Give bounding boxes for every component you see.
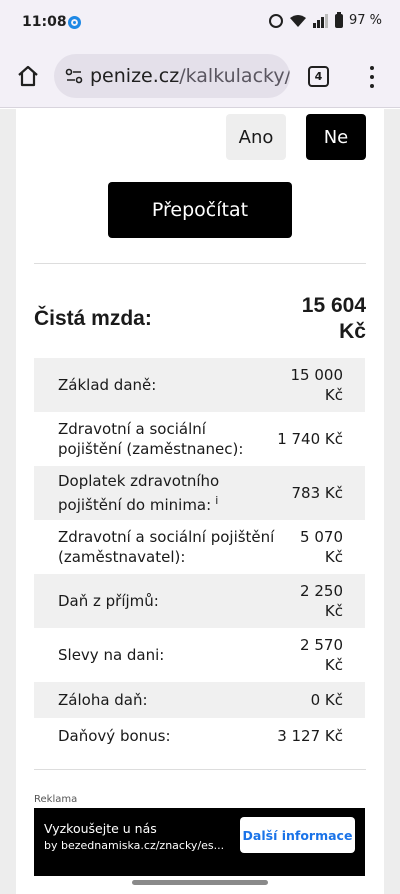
net-salary-label: Čistá mzda: [34,307,152,330]
home-icon [18,65,38,87]
breakdown-row-tax-advance: Záloha daň: 0 Kč [34,682,365,718]
yes-button[interactable]: Ano [226,114,286,160]
gesture-nav-bar[interactable] [132,880,268,885]
breakdown-row-employer-insurance: Zdravotní a sociální pojištění (zaměstna… [34,520,365,574]
url-host: penize.cz [90,65,180,87]
url-text: penize.cz/kalkulacky/ [90,65,290,87]
ad-title: Vyzkoušejte u nás [44,821,157,836]
status-time: 11:08 [22,14,67,30]
status-bar: 11:08 97 % [0,0,400,46]
battery-percent: 97 % [348,13,382,28]
breakdown-row-health-topup: Doplatek zdravotního pojištění do minima… [34,466,365,520]
recalculate-button[interactable]: Přepočítat [108,182,292,238]
ad-cta-button[interactable]: Další informace [240,817,355,853]
row-label: Doplatek zdravotního pojištění do minima… [58,471,277,515]
row-label: Daňový bonus: [58,727,171,745]
row-label: Zdravotní a sociální pojištění (zaměstna… [58,528,275,566]
status-icons: 97 % [268,11,382,28]
row-label: Daň z příjmů: [58,592,159,610]
net-salary-amount: 15 604 [301,294,366,317]
app-notification-icon [68,16,81,29]
row-label: Slevy na dani: [58,646,165,664]
row-value: 3 127 Kč [277,727,343,745]
row-value: 0 Kč [310,691,343,709]
more-vert-icon [370,66,374,70]
row-value: 2 250 Kč [300,582,343,620]
breakdown-row-income-tax: Daň z příjmů: 2 250 Kč [34,574,365,628]
row-value: 15 000 Kč [290,366,344,404]
no-button[interactable]: Ne [306,114,366,160]
divider [34,263,366,264]
ad-banner[interactable]: Vyzkoušejte u nás by bezednamiska.cz/zna… [34,808,365,876]
net-salary-currency: Kč [339,320,366,343]
home-button[interactable] [14,62,42,90]
row-value: 783 Kč [291,484,343,502]
tab-count: 4 [314,70,323,83]
divider [34,769,366,770]
alarm-icon [268,13,283,28]
signal-icon [312,13,329,28]
row-value: 2 570 Kč [300,636,343,674]
breakdown-row-tax-base: Základ daně: 15 000 Kč [34,358,365,412]
breakdown-row-tax-bonus: Daňový bonus: 3 127 Kč [34,718,365,754]
calculator-card: Ano Ne Přepočítat Čistá mzda: 15 604 Kč … [16,109,384,894]
yes-no-toggle: Ano Ne [226,114,366,160]
net-salary-value: 15 604 Kč [256,293,366,345]
row-value: 1 740 Kč [277,430,343,448]
row-label-text: Doplatek zdravotního pojištění do minima… [58,472,220,514]
wifi-icon [289,14,307,28]
ad-label: Reklama [34,794,78,805]
breakdown-row-tax-discounts: Slevy na dani: 2 570 Kč [34,628,365,682]
salary-breakdown-table: Základ daně: 15 000 Kč Zdravotní a sociá… [34,358,365,754]
more-menu-button[interactable] [362,64,382,90]
site-settings-icon[interactable] [64,66,84,86]
url-path: /kalkulacky/ [179,65,290,87]
row-label: Základ daně: [58,376,157,394]
row-label: Záloha daň: [58,691,148,709]
tabs-button[interactable]: 4 [308,66,329,87]
breakdown-row-employee-insurance: Zdravotní a sociální pojištění (zaměstna… [34,412,365,466]
address-bar[interactable]: penize.cz/kalkulacky/ [54,54,290,98]
battery-icon [334,11,343,28]
ad-url: by bezednamiska.cz/znacky/es... [44,839,225,852]
row-label: Zdravotní a sociální pojištění (zaměstna… [58,420,244,458]
row-value: 5 070 Kč [300,528,343,566]
browser-toolbar: penize.cz/kalkulacky/ 4 [0,46,400,108]
page-content: Ano Ne Přepočítat Čistá mzda: 15 604 Kč … [0,109,400,894]
info-icon[interactable]: i [215,494,218,507]
